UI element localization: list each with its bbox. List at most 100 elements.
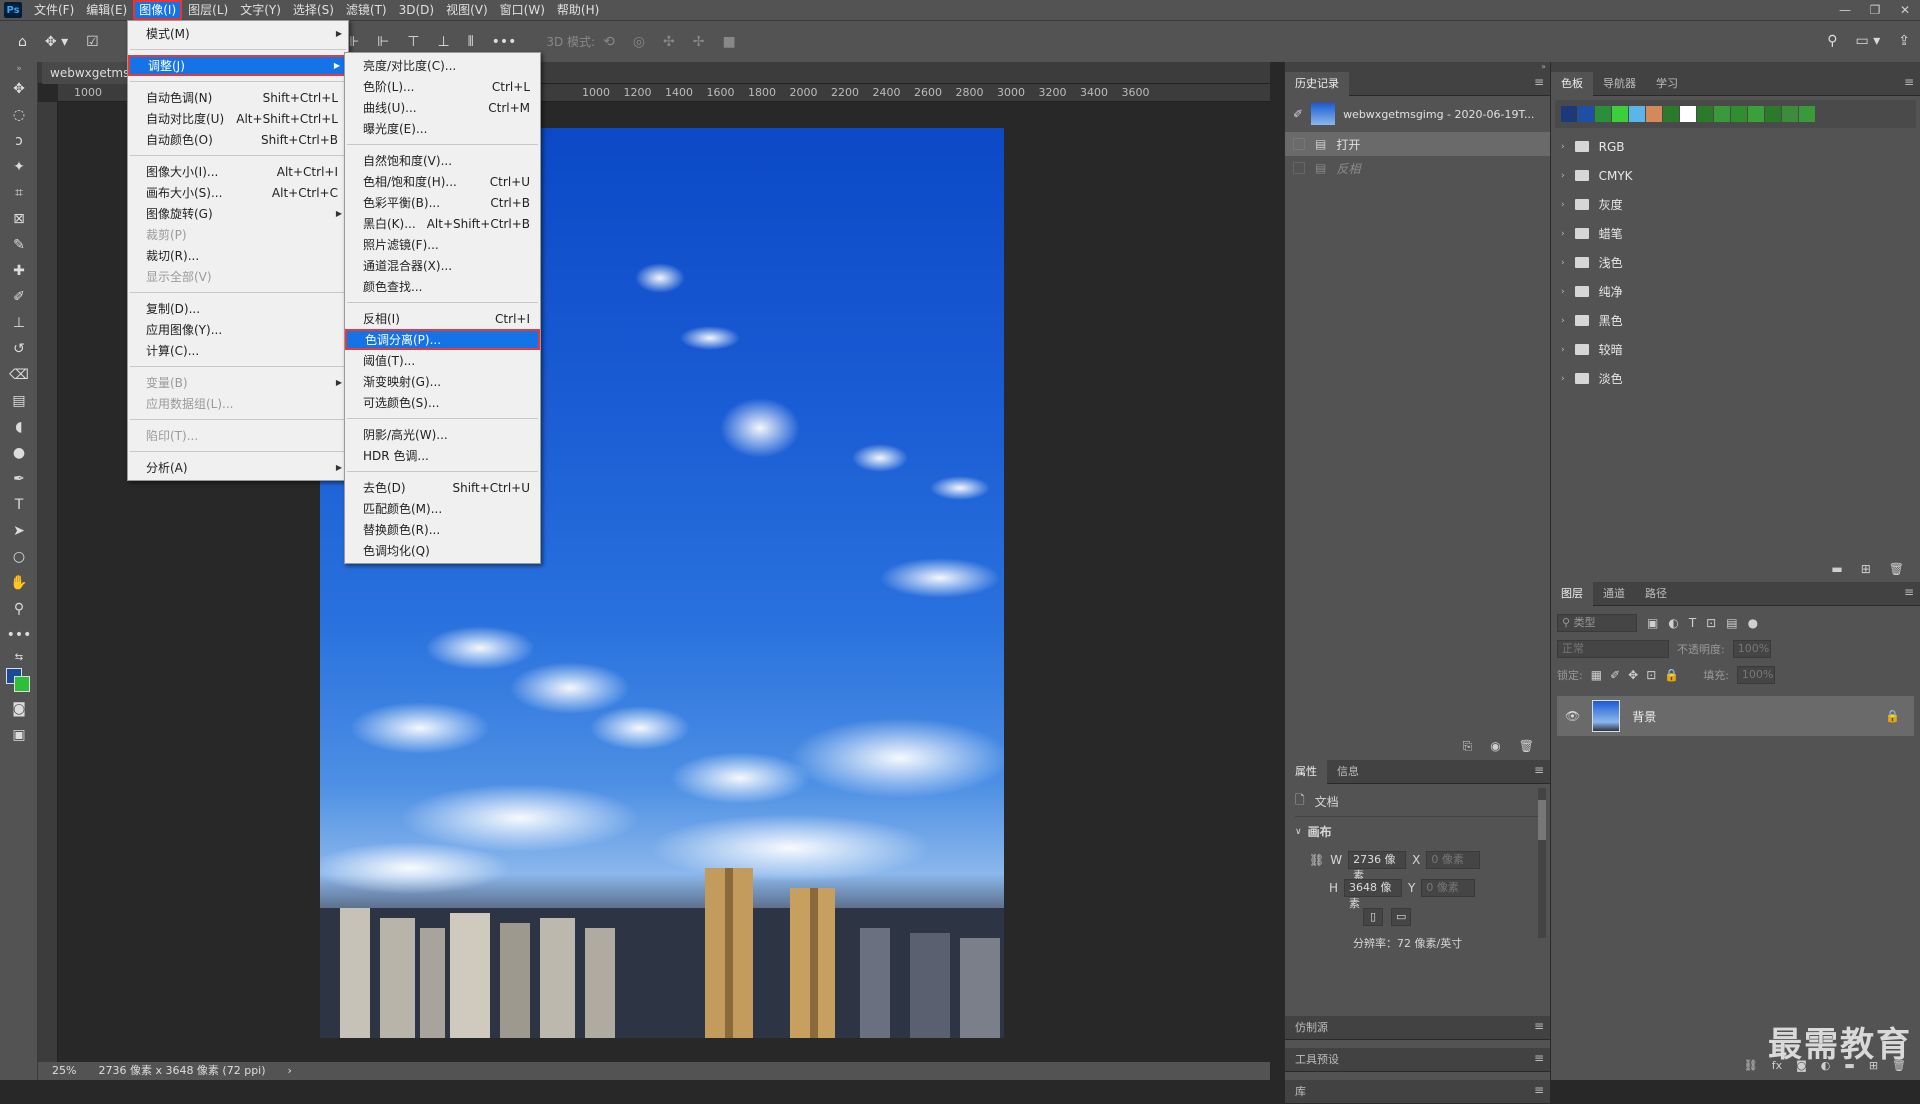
menu-item[interactable]: 渐变映射(G)... xyxy=(345,371,540,392)
width-field[interactable]: 2736 像素 xyxy=(1348,851,1407,882)
path-select-icon[interactable]: ➤ xyxy=(0,518,38,544)
scrollbar-thumb[interactable] xyxy=(1538,800,1546,840)
tab-swatches[interactable]: 色板 xyxy=(1551,71,1593,96)
menu-item[interactable]: 画布大小(S)... Alt+Ctrl+C xyxy=(128,182,348,203)
tab-layers[interactable]: 图层 xyxy=(1551,581,1593,606)
color-swatch[interactable] xyxy=(1680,106,1696,122)
menu-9[interactable]: 窗口(W) xyxy=(494,0,551,20)
panel-menu-icon[interactable]: ≡ xyxy=(1534,763,1544,777)
tab-learn[interactable]: 学习 xyxy=(1646,72,1688,96)
layer-row-background[interactable]: 👁 背景 🔒 xyxy=(1557,696,1914,736)
swatch-group[interactable]: › RGB xyxy=(1551,132,1920,161)
menu-item[interactable]: 自然饱和度(V)... xyxy=(345,150,540,171)
more-options-icon[interactable]: ••• xyxy=(492,34,517,50)
roll-3d-icon[interactable]: ◎ xyxy=(633,34,645,50)
color-swatch[interactable] xyxy=(1561,106,1577,122)
swatch-group[interactable]: › 黑色 xyxy=(1551,306,1920,335)
tab-history[interactable]: 历史记录 xyxy=(1285,71,1349,96)
fill-field[interactable]: 100% xyxy=(1736,666,1775,684)
chevron-right-icon[interactable]: › xyxy=(1561,142,1565,152)
color-swatch[interactable] xyxy=(1731,106,1747,122)
lock-all-icon[interactable]: 🔒 xyxy=(1664,668,1679,682)
tab-navigator[interactable]: 导航器 xyxy=(1593,72,1646,96)
history-snapshot[interactable]: ✐ webwxgetmsgimg - 2020-06-19T... xyxy=(1285,96,1550,132)
color-swatch[interactable] xyxy=(1578,106,1594,122)
menu-item[interactable]: 通道混合器(X)... xyxy=(345,255,540,276)
panel-menu-icon[interactable]: ≡ xyxy=(1904,585,1914,599)
healing-brush-icon[interactable]: ✚ xyxy=(0,258,38,284)
color-swatch[interactable] xyxy=(1714,106,1730,122)
menu-item[interactable]: 自动对比度(U) Alt+Shift+Ctrl+L xyxy=(128,108,348,129)
pixel-filter-icon[interactable]: ▣ xyxy=(1647,616,1658,630)
type-tool-icon[interactable]: T xyxy=(0,492,38,518)
menu-item[interactable]: 色阶(L)... Ctrl+L xyxy=(345,76,540,97)
chevron-right-icon[interactable]: › xyxy=(1561,200,1565,210)
workspace-icon[interactable]: ▭ ▾ xyxy=(1856,33,1881,49)
quick-mask-icon[interactable]: ◙ xyxy=(0,696,38,722)
dodge-tool-icon[interactable]: ● xyxy=(0,440,38,466)
x-field[interactable]: 0 像素 xyxy=(1426,851,1481,869)
home-icon[interactable]: ⌂ xyxy=(18,34,27,50)
menu-1[interactable]: 编辑(E) xyxy=(80,0,133,20)
menu-item[interactable]: 自动色调(N) Shift+Ctrl+L xyxy=(128,87,348,108)
menu-item[interactable]: 阴影/高光(W)... xyxy=(345,424,540,445)
menu-item[interactable]: 模式(M) xyxy=(128,23,348,44)
frame-tool-icon[interactable]: ⊠ xyxy=(0,206,38,232)
zoom-tool-icon[interactable]: ⚲ xyxy=(0,596,38,622)
smart-object-filter-icon[interactable]: ▤ xyxy=(1726,616,1737,630)
swatch-group[interactable]: › 淡色 xyxy=(1551,364,1920,393)
more-tools-icon[interactable]: ••• xyxy=(0,622,38,648)
menu-item[interactable]: 替换颜色(R)... xyxy=(345,519,540,540)
lock-pixels-icon[interactable]: ✐ xyxy=(1610,668,1620,682)
menu-item[interactable]: 自动颜色(O) Shift+Ctrl+B xyxy=(128,129,348,150)
height-field[interactable]: 3648 像素 xyxy=(1344,879,1403,910)
menu-item[interactable]: 曲线(U)... Ctrl+M xyxy=(345,97,540,118)
panel-menu-icon[interactable]: ≡ xyxy=(1534,1051,1544,1065)
menu-2[interactable]: 图像(I) xyxy=(133,0,183,20)
layer-lock-icon[interactable]: 🔒 xyxy=(1885,709,1900,723)
menu-item[interactable]: 图像大小(I)... Alt+Ctrl+I xyxy=(128,161,348,182)
chevron-right-icon[interactable]: › xyxy=(1561,287,1565,297)
history-step-invert[interactable]: ▤ 反相 xyxy=(1285,156,1550,180)
color-swatch[interactable] xyxy=(1595,106,1611,122)
tab-tool-presets[interactable]: 工具预设 xyxy=(1285,1048,1349,1072)
tab-info[interactable]: 信息 xyxy=(1327,760,1369,784)
tab-libraries[interactable]: 库 xyxy=(1285,1080,1316,1104)
screen-mode-icon[interactable]: ▣ xyxy=(0,722,38,748)
color-swatch[interactable] xyxy=(1663,106,1679,122)
menu-item[interactable]: 调整(J) xyxy=(128,55,348,76)
filter-toggle-icon[interactable]: ● xyxy=(1748,616,1758,630)
menu-item[interactable]: 反相(I) Ctrl+I xyxy=(345,308,540,329)
swatch-group[interactable]: › CMYK xyxy=(1551,161,1920,190)
menu-item[interactable]: 黑白(K)... Alt+Shift+Ctrl+B xyxy=(345,213,540,234)
menu-6[interactable]: 滤镜(T) xyxy=(340,0,393,20)
panel-menu-icon[interactable]: ≡ xyxy=(1534,75,1544,89)
panel-menu-icon[interactable]: ≡ xyxy=(1534,1083,1544,1097)
properties-scrollbar[interactable] xyxy=(1538,788,1546,938)
color-swatch[interactable] xyxy=(1765,106,1781,122)
blend-mode-select[interactable]: 正常 xyxy=(1557,640,1669,658)
move-tool-icon[interactable]: ✥ xyxy=(0,76,38,102)
menu-item[interactable]: 色调均化(Q) xyxy=(345,540,540,561)
menu-5[interactable]: 选择(S) xyxy=(287,0,340,20)
menu-0[interactable]: 文件(F) xyxy=(28,0,80,20)
collapse-icon[interactable]: » xyxy=(0,62,38,76)
tab-clone-source[interactable]: 仿制源 xyxy=(1285,1016,1338,1040)
folder-icon[interactable]: ▬ xyxy=(1831,562,1842,576)
chevron-right-icon[interactable]: › xyxy=(1561,374,1565,384)
swap-colors-icon[interactable]: ⇆ xyxy=(0,648,38,666)
layer-filter-select[interactable]: ⚲ 类型 xyxy=(1557,614,1637,632)
restore-icon[interactable]: ❐ xyxy=(1860,0,1890,20)
menu-item[interactable]: 复制(D)... xyxy=(128,298,348,319)
zoom-level[interactable]: 25% xyxy=(52,1062,76,1080)
slide-3d-icon[interactable]: ✢ xyxy=(693,34,705,50)
collapse-icon[interactable]: » xyxy=(1285,62,1550,72)
gradient-tool-icon[interactable]: ▤ xyxy=(0,388,38,414)
menu-item[interactable]: 照片滤镜(F)... xyxy=(345,234,540,255)
lock-transparent-icon[interactable]: ▦ xyxy=(1591,668,1602,682)
step-checkbox[interactable] xyxy=(1293,138,1305,150)
swatch-group[interactable]: › 纯净 xyxy=(1551,277,1920,306)
tab-paths[interactable]: 路径 xyxy=(1635,582,1677,606)
menu-item[interactable]: 曝光度(E)... xyxy=(345,118,540,139)
landscape-icon[interactable]: ▭ xyxy=(1391,908,1411,926)
